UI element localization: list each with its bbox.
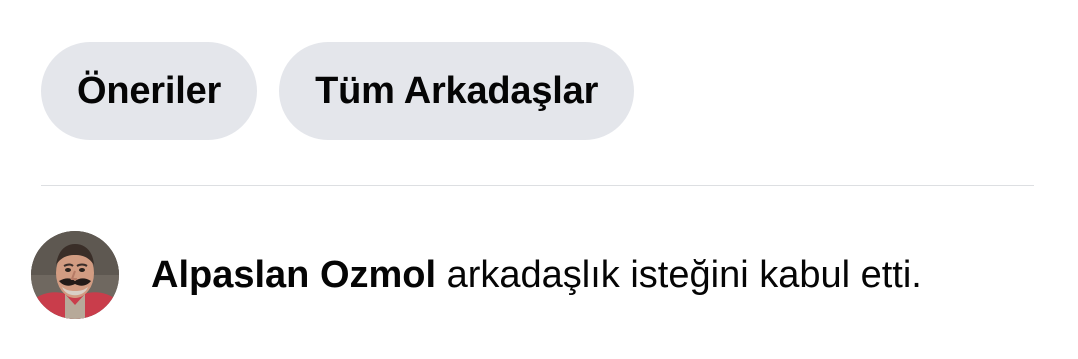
notification-text: Alpaslan Ozmol arkadaşlık isteğini kabul… <box>151 253 922 297</box>
notification-user-name[interactable]: Alpaslan Ozmol <box>151 254 436 296</box>
tab-all-friends[interactable]: Tüm Arkadaşlar <box>279 42 635 140</box>
profile-photo-image <box>31 231 119 319</box>
avatar[interactable] <box>31 231 119 319</box>
tab-suggestions[interactable]: Öneriler <box>41 42 258 140</box>
notification-message: arkadaşlık isteğini kabul etti. <box>436 254 922 296</box>
divider <box>41 185 1034 186</box>
friend-request-accepted-notification[interactable]: Alpaslan Ozmol arkadaşlık isteğini kabul… <box>31 231 1041 319</box>
friends-filter-tabs: Öneriler Tüm Arkadaşlar <box>41 42 635 140</box>
